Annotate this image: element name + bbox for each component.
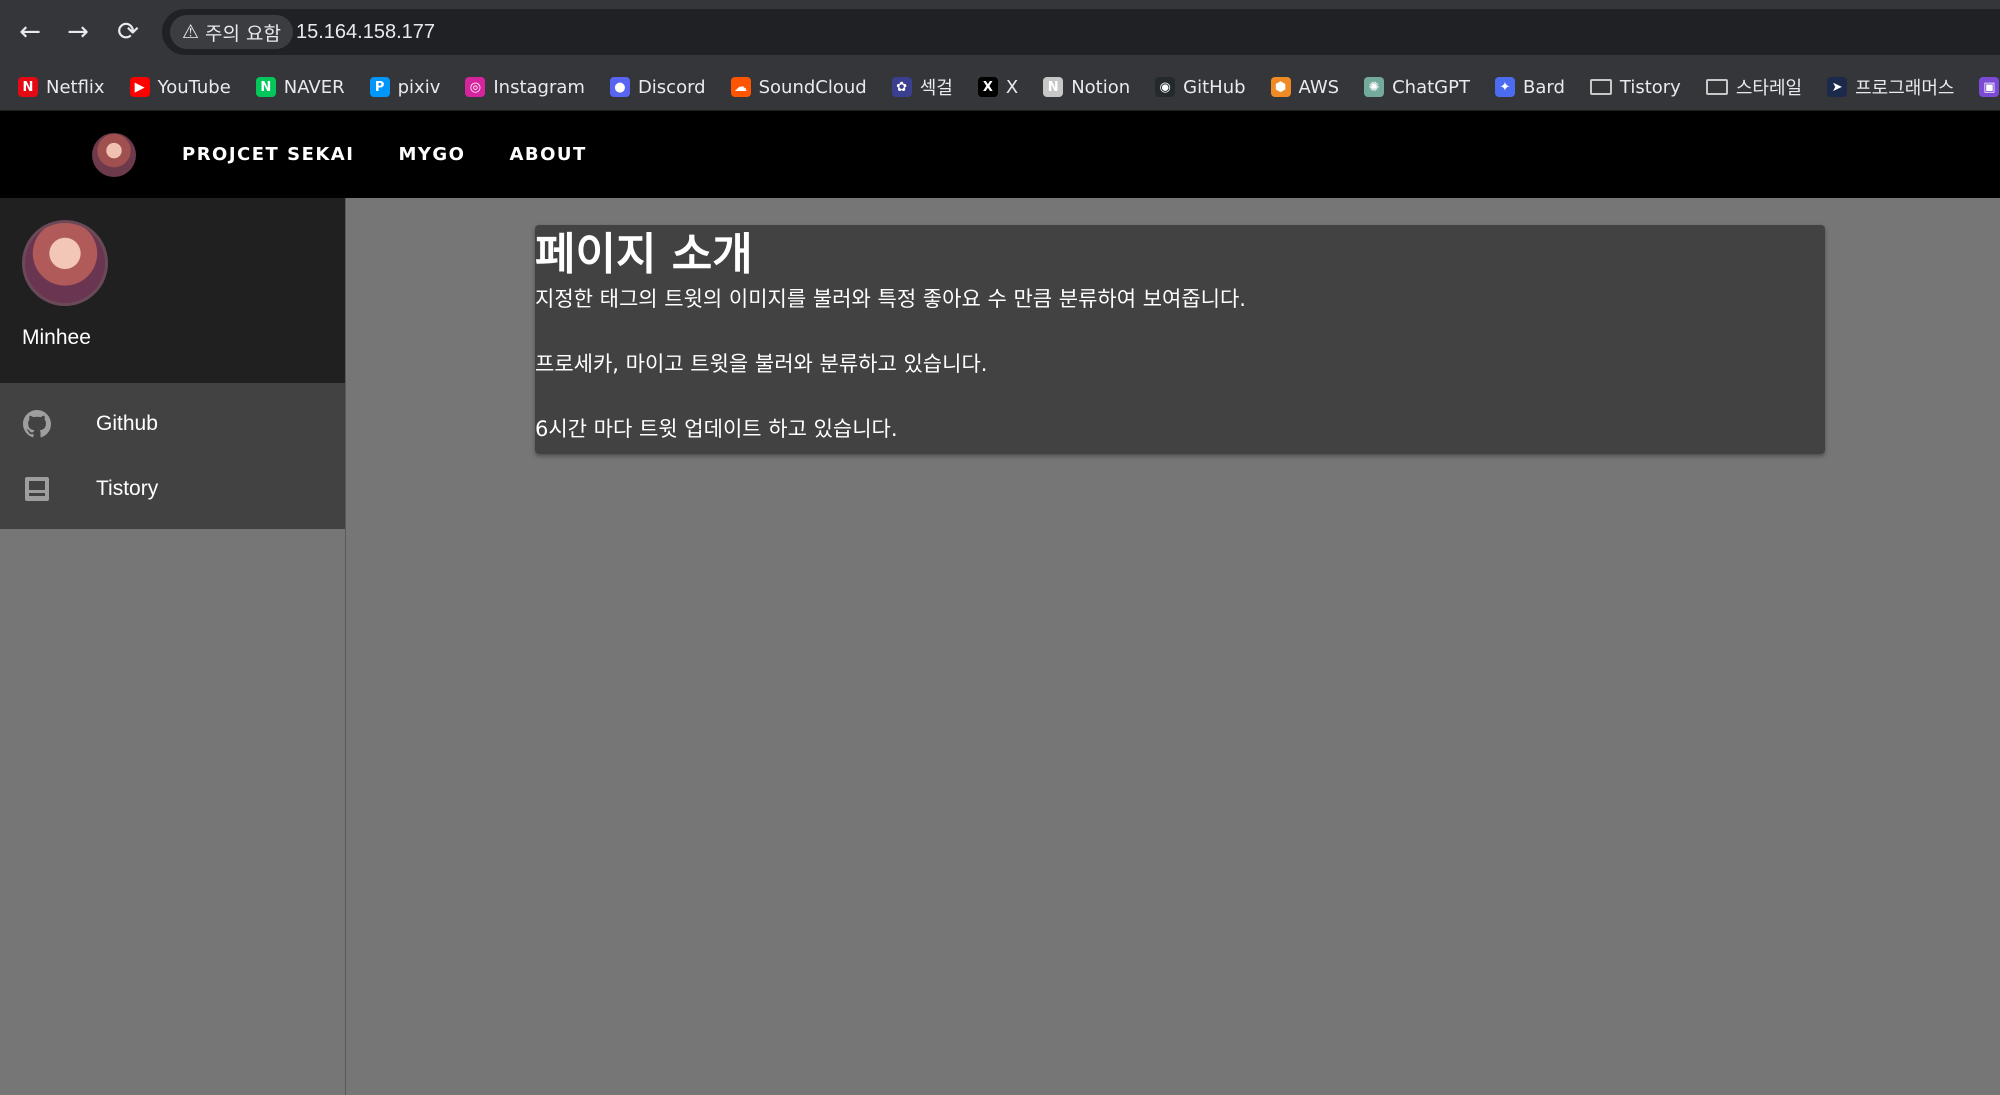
bookmark-instagram[interactable]: ◎ Instagram — [465, 77, 585, 98]
folder-icon — [1705, 79, 1728, 95]
bookmark-tistory[interactable]: Tistory — [1589, 76, 1681, 98]
back-arrow-icon[interactable]: ← — [12, 14, 48, 50]
bookmark-label: AWS — [1298, 76, 1340, 98]
bookmark-aws[interactable]: ⬢ AWS — [1270, 76, 1340, 98]
pixiv-icon: P — [369, 77, 390, 97]
intro-card: 페이지 소개 지정한 태그의 트윗의 이미지를 불러와 특정 좋아요 수 만큼 … — [535, 225, 1825, 454]
chatgpt-icon: ✺ — [1364, 77, 1385, 97]
bookmark-soundcloud[interactable]: ☁ SoundCloud — [730, 76, 867, 98]
bookmark-label: Bard — [1522, 76, 1565, 98]
nav-mygo[interactable]: MYGO — [376, 134, 487, 175]
browser-toolbar: ← → ⟳ ⚠ 주의 요함 15.164.158.177 — [0, 0, 2000, 64]
bookmark-chatgpt[interactable]: ✺ ChatGPT — [1364, 77, 1470, 98]
bookmark-label: 섹걸 — [919, 78, 953, 99]
netflix-icon: N — [18, 77, 38, 97]
bookmark-naver[interactable]: N NAVER — [255, 76, 345, 98]
bookmark-label: Notion — [1071, 76, 1131, 98]
bookmark-label: Discord — [637, 76, 706, 98]
aws-icon: ⬢ — [1270, 77, 1291, 97]
appbar-avatar[interactable] — [92, 132, 136, 177]
bookmark-discord[interactable]: ● Discord — [609, 76, 706, 98]
bookmark-스타레일[interactable]: 스타레일 — [1705, 74, 1803, 100]
bookmark-x[interactable]: XX — [977, 76, 1019, 98]
address-bar[interactable]: ⚠ 주의 요함 15.164.158.177 — [162, 9, 2000, 55]
soundcloud-icon: ☁ — [730, 77, 751, 97]
nav-project-sekai[interactable]: PROJCET SEKAI — [160, 134, 376, 175]
bookmark-label: ChatGPT — [1392, 76, 1470, 98]
app-bar: PROJCET SEKAI MYGO ABOUT — [0, 111, 2000, 198]
bookmark-notion[interactable]: N Notion — [1043, 77, 1130, 98]
bookmark-bard[interactable]: ✦ Bard — [1494, 76, 1565, 98]
intro-line: 프로세카, 마이고 트윗을 불러와 분류하고 있습니다. — [535, 352, 988, 376]
bookmark-label: 스타레일 — [1735, 78, 1803, 99]
reload-icon[interactable]: ⟳ — [110, 14, 146, 50]
sekgirl-icon: ✿ — [891, 77, 912, 97]
bookmark-label: GitHub — [1183, 76, 1246, 98]
profile-avatar — [22, 220, 108, 306]
bookmarks-bar: N Netflix ▶ YouTube N NAVER Ppixiv ◎ Instagram ● D… — [0, 64, 2000, 111]
bookmark-icons[interactable]: ▣Icons — [1979, 77, 2000, 98]
bookmark-label: 프로그래머스 — [1855, 78, 1955, 99]
intro-line: 6시간 마다 트윗 업데이트 하고 있습니다. — [535, 417, 898, 441]
discord-icon: ● — [609, 77, 630, 97]
bookmark-label: Instagram — [493, 76, 585, 98]
youtube-icon: ▶ — [129, 77, 150, 97]
bookmark-pixiv[interactable]: Ppixiv — [369, 76, 441, 98]
security-warning-chip[interactable]: ⚠ 주의 요함 — [170, 15, 294, 49]
bookmark-youtube[interactable]: ▶ YouTube — [129, 76, 231, 98]
sidebar-menu: Github Tistory — [0, 383, 345, 529]
notion-icon: N — [1043, 77, 1064, 97]
profile-panel: Minhee — [0, 198, 345, 383]
bookmark-프로그래머스[interactable]: ➤ 프로그래머스 — [1827, 74, 1954, 100]
forward-arrow-icon[interactable]: → — [60, 14, 96, 50]
github-icon — [22, 409, 52, 439]
profile-name: Minhee — [22, 326, 91, 349]
bookmark-label: pixiv — [397, 76, 441, 98]
bookmark-label: X — [1005, 76, 1019, 98]
sidebar: Minhee Github Tistory — [0, 198, 346, 1095]
sidebar-item-label: Github — [96, 411, 158, 435]
naver-icon: N — [255, 77, 276, 97]
sidebar-item-label: Tistory — [96, 476, 159, 500]
folder-icon — [1589, 79, 1612, 95]
bookmark-label: Tistory — [1619, 76, 1681, 98]
bookmark-label: NAVER — [283, 76, 345, 98]
url-text[interactable]: 15.164.158.177 — [296, 21, 435, 44]
page-title: 페이지 소개 — [535, 229, 753, 280]
security-warning-label: 주의 요함 — [205, 22, 282, 45]
bookmark-label: YouTube — [157, 76, 231, 98]
instagram-icon: ◎ — [465, 77, 486, 97]
bookmark-섹걸[interactable]: ✿ 섹걸 — [891, 74, 953, 100]
intro-line: 지정한 태그의 트윗의 이미지를 불러와 특정 좋아요 수 만큼 분류하여 보여… — [535, 287, 1246, 311]
github-icon: ◉ — [1155, 77, 1176, 97]
bard-icon: ✦ — [1494, 77, 1515, 97]
warning-icon: ⚠ — [182, 21, 200, 43]
icons-icon: ▣ — [1979, 77, 2000, 97]
bookmark-netflix[interactable]: N Netflix — [18, 77, 105, 98]
programmers-icon: ➤ — [1827, 77, 1848, 97]
x-icon: X — [977, 77, 998, 97]
bookmark-label: SoundCloud — [758, 76, 867, 98]
tistory-icon — [22, 474, 52, 504]
bookmark-label: Netflix — [46, 76, 105, 98]
bookmark-github[interactable]: ◉ GitHub — [1155, 76, 1246, 98]
sidebar-item-github[interactable]: Github — [0, 391, 345, 456]
sidebar-item-tistory[interactable]: Tistory — [0, 456, 345, 521]
nav-about[interactable]: ABOUT — [487, 134, 608, 175]
